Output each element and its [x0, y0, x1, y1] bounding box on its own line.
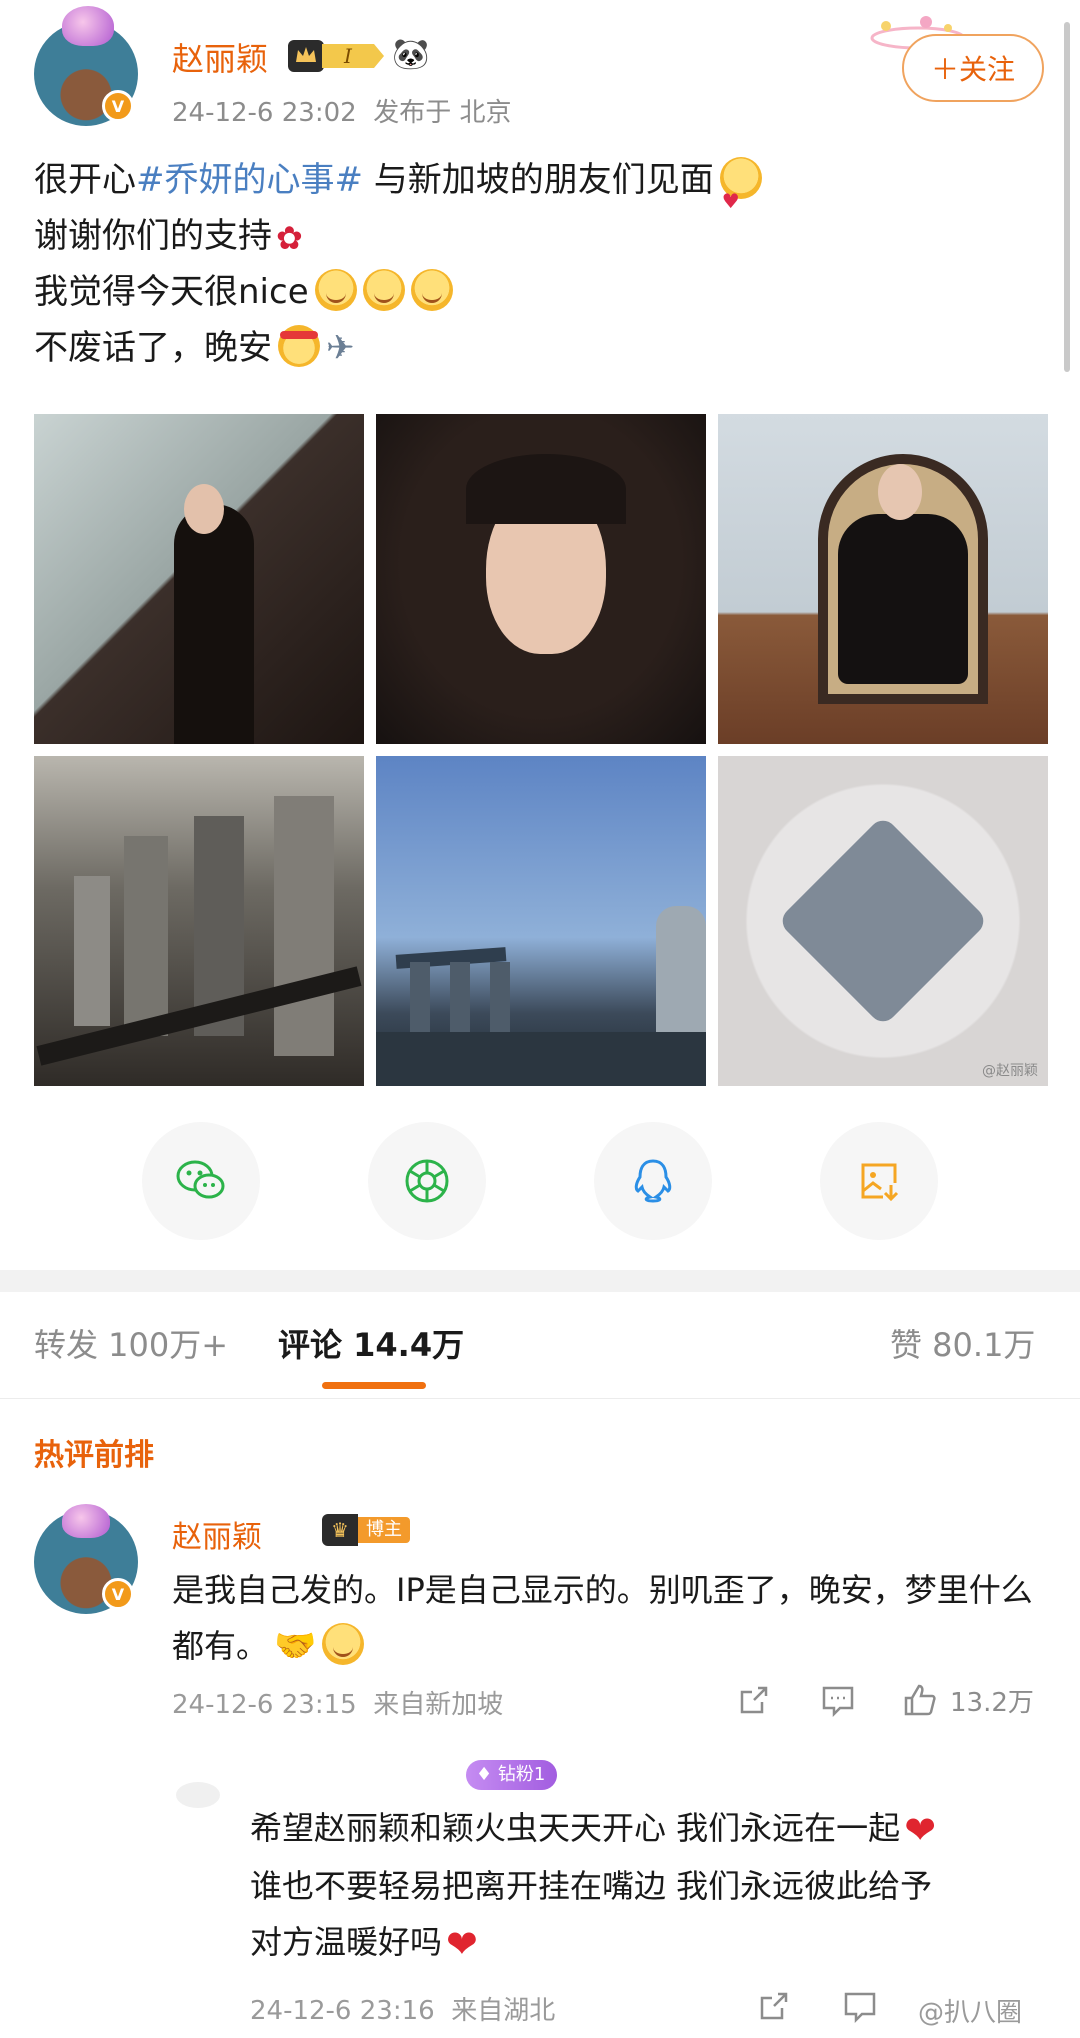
- panda-icon: 🐼: [392, 37, 430, 72]
- post-image-5[interactable]: [376, 756, 706, 1086]
- tab-comments[interactable]: 评论 14.4万: [278, 1320, 464, 1366]
- grin-emoji-icon: [322, 1623, 365, 1665]
- comment-like-button[interactable]: 13.2万: [902, 1680, 1034, 1720]
- post-image-2[interactable]: [376, 414, 706, 744]
- avatar-accessory: [62, 6, 114, 46]
- comment-like-count: 13.2万: [950, 1687, 1034, 1718]
- smile-emoji-icon: [362, 269, 405, 311]
- comment-meta: 24-12-6 23:15 来自新加坡: [172, 1690, 504, 1720]
- reply-meta: 24-12-6 23:16 来自湖北: [250, 1996, 556, 2026]
- comment-reply-button[interactable]: [820, 1680, 856, 1720]
- moments-icon: [405, 1159, 449, 1203]
- tab-likes[interactable]: 赞 80.1万: [890, 1320, 1035, 1366]
- author-avatar[interactable]: V: [34, 6, 138, 126]
- headband-emoji-icon: [278, 325, 320, 367]
- share-moments-button[interactable]: [368, 1122, 486, 1240]
- diamond-icon: ♦: [476, 1764, 498, 1785]
- heart-emoji-icon: ❤: [904, 1808, 937, 1852]
- thumbs-up-icon: [904, 1684, 936, 1716]
- handshake-emoji-icon: 🤝: [274, 1626, 317, 1666]
- save-image-button[interactable]: [820, 1122, 938, 1240]
- share-wechat-button[interactable]: [142, 1122, 260, 1240]
- crown-icon: ♛: [322, 1514, 358, 1546]
- vip-level-badge-icon: I: [288, 40, 384, 72]
- reply-repost-button[interactable]: [756, 1986, 792, 2026]
- image-watermark: @赵丽颖: [982, 1063, 1038, 1079]
- share-icon: [740, 1686, 768, 1714]
- commenter-name[interactable]: 赵丽颖: [172, 1512, 262, 1556]
- tab-reposts[interactable]: 转发 100万+: [34, 1320, 228, 1366]
- post-line-1: 很开心#乔妍的心事# 与新加坡的朋友们见面: [34, 152, 1044, 229]
- smile-emoji-icon: [314, 269, 357, 311]
- comment-icon: [822, 1686, 854, 1718]
- comment-icon: [844, 1992, 876, 2024]
- airplane-emoji-icon: ✈: [326, 328, 355, 368]
- comment-repost-button[interactable]: [736, 1680, 772, 1720]
- post-line-4: 不废话了，晚安 ✈: [34, 320, 1044, 376]
- active-tab-indicator: [322, 1382, 426, 1389]
- post-image-6[interactable]: @赵丽颖: [718, 756, 1048, 1086]
- reply-text: 希望赵丽颖和颖火虫天天开心 我们永远在一起 ❤ 谁也不要轻易把离开挂在嘴边 我们永…: [250, 1800, 1060, 1972]
- fan-level-badge: ♦ 钻粉1: [466, 1760, 558, 1790]
- commenter-avatar[interactable]: V: [34, 1504, 138, 1614]
- wechat-icon: [176, 1160, 225, 1199]
- tab-divider: [0, 1398, 1080, 1399]
- post-meta: 24-12-6 23:02 发布于 北京: [172, 92, 511, 129]
- screenshot-watermark: @扒八圈: [918, 1998, 1023, 2028]
- verified-badge-icon: V: [102, 90, 134, 122]
- post-timestamp: 24-12-6 23:02: [172, 98, 357, 128]
- smile-emoji-icon: [410, 269, 453, 311]
- reply-line-3: 对方温暖好吗 ❤: [250, 1922, 478, 1966]
- hot-comments-label: 热评前排: [34, 1438, 154, 1473]
- replier-avatar[interactable]: [176, 1782, 220, 1808]
- hashtag-link[interactable]: #乔妍的心事#: [136, 160, 363, 200]
- avatar-accessory: [62, 1504, 110, 1538]
- post-body: 很开心#乔妍的心事# 与新加坡的朋友们见面 谢谢你们的支持✿ 我觉得今天很nic…: [34, 152, 1044, 376]
- author-name[interactable]: 赵丽颖: [172, 34, 268, 80]
- rose-emoji-icon: ✿: [276, 219, 303, 257]
- blogger-badge: ♛ 博主: [322, 1514, 410, 1546]
- follow-button[interactable]: ＋关注: [902, 34, 1044, 102]
- reply-line-1: 希望赵丽颖和颖火虫天天开心 我们永远在一起 ❤: [250, 1808, 937, 1852]
- post-line-3: 我觉得今天很nice: [34, 264, 1044, 320]
- scrollbar[interactable]: [1064, 22, 1070, 372]
- post-line-2: 谢谢你们的支持 ✿: [34, 208, 1044, 264]
- post-location: 发布于 北京: [373, 98, 512, 128]
- section-separator: [0, 1270, 1080, 1292]
- svg-text:I: I: [343, 44, 353, 68]
- share-qq-button[interactable]: [594, 1122, 712, 1240]
- post-image-4[interactable]: [34, 756, 364, 1086]
- heart-emoji-icon: ❤: [446, 1922, 478, 1966]
- share-icon: [760, 1992, 788, 2020]
- reply-line-2: 谁也不要轻易把离开挂在嘴边 我们永远彼此给予: [250, 1867, 933, 1905]
- reply-comment-button[interactable]: [842, 1986, 878, 2026]
- blowing-kiss-emoji-icon: [719, 157, 762, 229]
- post-image-1[interactable]: [34, 414, 364, 744]
- save-image-icon: [861, 1163, 899, 1202]
- post-image-3[interactable]: [718, 414, 1048, 744]
- verified-badge-icon: V: [102, 1578, 134, 1610]
- qq-icon: [634, 1159, 672, 1203]
- comment-text: 是我自己发的。IP是自己显示的。别叽歪了，晚安，梦里什么都有。 🤝: [172, 1571, 1033, 1666]
